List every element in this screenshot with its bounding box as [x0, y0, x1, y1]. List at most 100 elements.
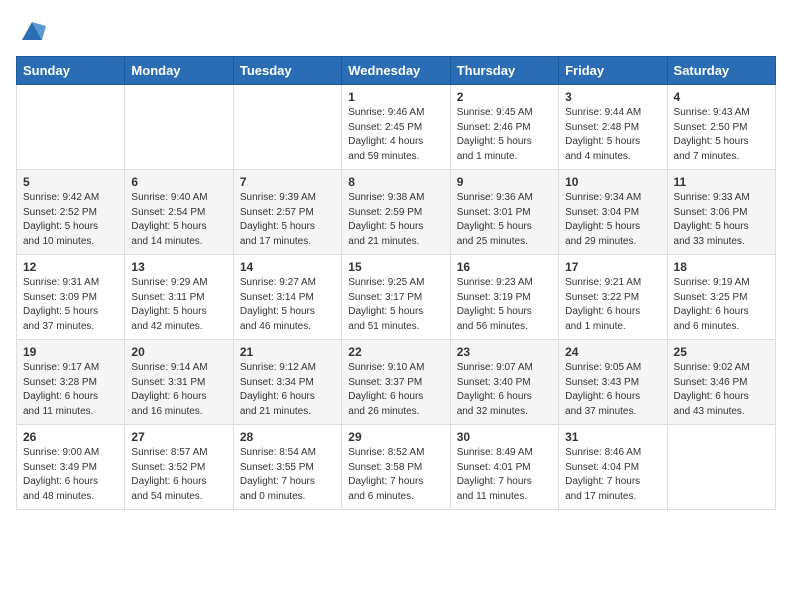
day-number: 18	[674, 260, 769, 274]
day-number: 20	[131, 345, 226, 359]
day-number: 16	[457, 260, 552, 274]
day-info: Sunrise: 8:54 AM Sunset: 3:55 PM Dayligh…	[240, 446, 335, 504]
calendar-week-row: 26 Sunrise: 9:00 AM Sunset: 3:49 PM Dayli…	[17, 425, 776, 510]
calendar-cell: 23 Sunrise: 9:07 AM Sunset: 3:40 PM Dayli…	[450, 340, 558, 425]
header-wednesday: Wednesday	[342, 57, 450, 85]
day-number: 10	[565, 175, 660, 189]
day-number: 24	[565, 345, 660, 359]
calendar-cell: 10 Sunrise: 9:34 AM Sunset: 3:04 PM Dayli…	[559, 170, 667, 255]
calendar-cell: 12 Sunrise: 9:31 AM Sunset: 3:09 PM Dayli…	[17, 255, 125, 340]
day-info: Sunrise: 9:21 AM Sunset: 3:22 PM Dayligh…	[565, 276, 660, 334]
calendar-cell: 18 Sunrise: 9:19 AM Sunset: 3:25 PM Dayli…	[667, 255, 775, 340]
day-number: 26	[23, 430, 118, 444]
calendar-cell	[17, 85, 125, 170]
calendar-cell: 24 Sunrise: 9:05 AM Sunset: 3:43 PM Dayli…	[559, 340, 667, 425]
calendar-cell: 13 Sunrise: 9:29 AM Sunset: 3:11 PM Dayli…	[125, 255, 233, 340]
day-info: Sunrise: 9:39 AM Sunset: 2:57 PM Dayligh…	[240, 191, 335, 249]
day-info: Sunrise: 9:12 AM Sunset: 3:34 PM Dayligh…	[240, 361, 335, 419]
day-number: 23	[457, 345, 552, 359]
day-info: Sunrise: 9:33 AM Sunset: 3:06 PM Dayligh…	[674, 191, 769, 249]
day-info: Sunrise: 9:45 AM Sunset: 2:46 PM Dayligh…	[457, 106, 552, 164]
calendar-cell: 25 Sunrise: 9:02 AM Sunset: 3:46 PM Dayli…	[667, 340, 775, 425]
day-number: 29	[348, 430, 443, 444]
day-info: Sunrise: 9:43 AM Sunset: 2:50 PM Dayligh…	[674, 106, 769, 164]
day-info: Sunrise: 9:02 AM Sunset: 3:46 PM Dayligh…	[674, 361, 769, 419]
calendar-cell: 14 Sunrise: 9:27 AM Sunset: 3:14 PM Dayli…	[233, 255, 341, 340]
day-number: 17	[565, 260, 660, 274]
calendar-cell: 11 Sunrise: 9:33 AM Sunset: 3:06 PM Dayli…	[667, 170, 775, 255]
day-info: Sunrise: 9:05 AM Sunset: 3:43 PM Dayligh…	[565, 361, 660, 419]
day-info: Sunrise: 9:42 AM Sunset: 2:52 PM Dayligh…	[23, 191, 118, 249]
calendar-table: SundayMondayTuesdayWednesdayThursdayFrid…	[16, 56, 776, 510]
calendar-cell: 27 Sunrise: 8:57 AM Sunset: 3:52 PM Dayli…	[125, 425, 233, 510]
day-number: 13	[131, 260, 226, 274]
day-number: 19	[23, 345, 118, 359]
day-number: 9	[457, 175, 552, 189]
day-info: Sunrise: 9:23 AM Sunset: 3:19 PM Dayligh…	[457, 276, 552, 334]
day-number: 6	[131, 175, 226, 189]
header-sunday: Sunday	[17, 57, 125, 85]
calendar-cell: 6 Sunrise: 9:40 AM Sunset: 2:54 PM Daylig…	[125, 170, 233, 255]
header-friday: Friday	[559, 57, 667, 85]
day-info: Sunrise: 9:31 AM Sunset: 3:09 PM Dayligh…	[23, 276, 118, 334]
calendar-cell: 2 Sunrise: 9:45 AM Sunset: 2:46 PM Daylig…	[450, 85, 558, 170]
header-monday: Monday	[125, 57, 233, 85]
day-number: 31	[565, 430, 660, 444]
header-thursday: Thursday	[450, 57, 558, 85]
calendar-cell: 17 Sunrise: 9:21 AM Sunset: 3:22 PM Dayli…	[559, 255, 667, 340]
day-number: 1	[348, 90, 443, 104]
header-tuesday: Tuesday	[233, 57, 341, 85]
day-info: Sunrise: 9:27 AM Sunset: 3:14 PM Dayligh…	[240, 276, 335, 334]
calendar-week-row: 1 Sunrise: 9:46 AM Sunset: 2:45 PM Daylig…	[17, 85, 776, 170]
calendar-cell: 15 Sunrise: 9:25 AM Sunset: 3:17 PM Dayli…	[342, 255, 450, 340]
day-number: 14	[240, 260, 335, 274]
logo-icon	[18, 16, 46, 44]
day-number: 2	[457, 90, 552, 104]
day-info: Sunrise: 8:49 AM Sunset: 4:01 PM Dayligh…	[457, 446, 552, 504]
calendar-cell: 28 Sunrise: 8:54 AM Sunset: 3:55 PM Dayli…	[233, 425, 341, 510]
day-info: Sunrise: 9:25 AM Sunset: 3:17 PM Dayligh…	[348, 276, 443, 334]
day-info: Sunrise: 9:40 AM Sunset: 2:54 PM Dayligh…	[131, 191, 226, 249]
day-number: 30	[457, 430, 552, 444]
calendar-cell: 8Sunrise: 9:38 AM Sunset: 2:59 PM Daylig…	[342, 170, 450, 255]
calendar-cell: 16 Sunrise: 9:23 AM Sunset: 3:19 PM Dayli…	[450, 255, 558, 340]
day-number: 11	[674, 175, 769, 189]
day-info: Sunrise: 9:07 AM Sunset: 3:40 PM Dayligh…	[457, 361, 552, 419]
day-number: 21	[240, 345, 335, 359]
day-info: Sunrise: 8:46 AM Sunset: 4:04 PM Dayligh…	[565, 446, 660, 504]
calendar-cell: 4 Sunrise: 9:43 AM Sunset: 2:50 PM Daylig…	[667, 85, 775, 170]
calendar-cell: 1 Sunrise: 9:46 AM Sunset: 2:45 PM Daylig…	[342, 85, 450, 170]
day-number: 15	[348, 260, 443, 274]
calendar-week-row: 12 Sunrise: 9:31 AM Sunset: 3:09 PM Dayli…	[17, 255, 776, 340]
calendar-cell: 19 Sunrise: 9:17 AM Sunset: 3:28 PM Dayli…	[17, 340, 125, 425]
day-info: Sunrise: 8:57 AM Sunset: 3:52 PM Dayligh…	[131, 446, 226, 504]
day-info: Sunrise: 9:44 AM Sunset: 2:48 PM Dayligh…	[565, 106, 660, 164]
day-info: Sunrise: 9:17 AM Sunset: 3:28 PM Dayligh…	[23, 361, 118, 419]
day-info: Sunrise: 9:46 AM Sunset: 2:45 PM Dayligh…	[348, 106, 443, 164]
calendar-cell: 30 Sunrise: 8:49 AM Sunset: 4:01 PM Dayli…	[450, 425, 558, 510]
day-number: 12	[23, 260, 118, 274]
day-number: 28	[240, 430, 335, 444]
day-info: Sunrise: 9:29 AM Sunset: 3:11 PM Dayligh…	[131, 276, 226, 334]
day-info: Sunrise: 9:36 AM Sunset: 3:01 PM Dayligh…	[457, 191, 552, 249]
day-number: 25	[674, 345, 769, 359]
calendar-cell: 21 Sunrise: 9:12 AM Sunset: 3:34 PM Dayli…	[233, 340, 341, 425]
calendar-cell: 29 Sunrise: 8:52 AM Sunset: 3:58 PM Dayli…	[342, 425, 450, 510]
calendar-cell: 31 Sunrise: 8:46 AM Sunset: 4:04 PM Dayli…	[559, 425, 667, 510]
calendar-cell: 7 Sunrise: 9:39 AM Sunset: 2:57 PM Daylig…	[233, 170, 341, 255]
day-number: 7	[240, 175, 335, 189]
day-info: Sunrise: 9:19 AM Sunset: 3:25 PM Dayligh…	[674, 276, 769, 334]
calendar-cell: 3Sunrise: 9:44 AM Sunset: 2:48 PM Daylig…	[559, 85, 667, 170]
day-number: 22	[348, 345, 443, 359]
day-info: Sunrise: 9:38 AM Sunset: 2:59 PM Dayligh…	[348, 191, 443, 249]
day-info: Sunrise: 9:34 AM Sunset: 3:04 PM Dayligh…	[565, 191, 660, 249]
day-number: 27	[131, 430, 226, 444]
day-info: Sunrise: 9:00 AM Sunset: 3:49 PM Dayligh…	[23, 446, 118, 504]
calendar-cell	[125, 85, 233, 170]
calendar-cell: 9 Sunrise: 9:36 AM Sunset: 3:01 PM Daylig…	[450, 170, 558, 255]
day-number: 4	[674, 90, 769, 104]
calendar-cell: 26 Sunrise: 9:00 AM Sunset: 3:49 PM Dayli…	[17, 425, 125, 510]
day-info: Sunrise: 9:14 AM Sunset: 3:31 PM Dayligh…	[131, 361, 226, 419]
day-info: Sunrise: 8:52 AM Sunset: 3:58 PM Dayligh…	[348, 446, 443, 504]
calendar-cell	[233, 85, 341, 170]
